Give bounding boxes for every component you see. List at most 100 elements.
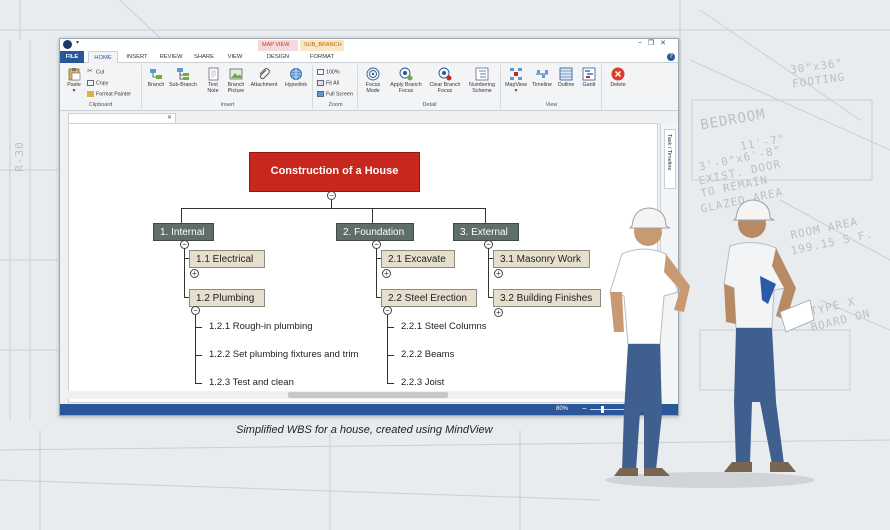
tab-share[interactable]: SHARE — [190, 51, 218, 63]
detail-group: Focus Mode Apply Branch Focus Clear Branch… — [359, 65, 501, 109]
focus-mode-button[interactable]: Focus Mode — [360, 67, 386, 94]
branch-building-finishes[interactable]: 3.2 Building Finishes — [493, 289, 601, 307]
connector — [387, 383, 394, 384]
fit-all-button[interactable]: Fit All — [317, 80, 339, 88]
collapse-icon[interactable]: − — [327, 191, 336, 200]
format-painter-button[interactable]: Format Painter — [87, 91, 131, 99]
horizontal-scrollbar[interactable] — [68, 391, 658, 399]
connector — [387, 355, 394, 356]
branch-masonry-work[interactable]: 3.1 Masonry Work — [493, 250, 590, 268]
mindmap-canvas[interactable]: Construction of a House − 1. Internal 2.… — [68, 123, 658, 403]
collapse-icon[interactable]: − — [484, 240, 493, 249]
numbering-scheme-button[interactable]: Numbering Scheme — [465, 67, 499, 94]
tab-insert[interactable]: INSERT — [122, 51, 152, 63]
document-tab[interactable]: ✕ — [68, 113, 176, 123]
connector — [387, 327, 394, 328]
branch-plumbing[interactable]: 1.2 Plumbing — [189, 289, 265, 307]
clipboard-group: Paste ▾ ✂ Cut Copy Format Painter Clipboar… — [60, 65, 142, 109]
expand-icon[interactable]: + — [494, 308, 503, 317]
quick-access-icon[interactable]: ▾ — [76, 39, 79, 46]
attachment-button[interactable]: Attachment — [248, 67, 280, 88]
branch-steel-erection[interactable]: 2.2 Steel Erection — [381, 289, 477, 307]
dropdown-arrow-icon: ▾ — [72, 88, 76, 94]
branch-foundation[interactable]: 2. Foundation — [336, 223, 414, 241]
sub-branch-button[interactable]: Sub-Branch — [167, 67, 199, 88]
window-controls[interactable]: −❐✕ — [638, 39, 672, 47]
tab-review[interactable]: REVIEW — [156, 51, 186, 63]
tab-design[interactable]: DESIGN — [258, 51, 298, 63]
expand-icon[interactable]: + — [382, 269, 391, 278]
task-test-and-clean[interactable]: 1.2.3 Test and clean — [209, 377, 294, 388]
title-bar: ▾ MAP VIEW SUB_BRANCH −❐✕ — [60, 39, 678, 51]
collapse-icon[interactable]: − — [191, 306, 200, 315]
hyperlink-label: Hyperlink — [284, 82, 308, 88]
task-set-plumbing-fixtures[interactable]: 1.2.2 Set plumbing fixtures and trim — [209, 349, 358, 360]
collapse-icon[interactable]: − — [372, 240, 381, 249]
hyperlink-button[interactable]: Hyperlink — [281, 67, 311, 88]
copy-button[interactable]: Copy — [87, 80, 108, 88]
branch-picture-button[interactable]: Branch Picture — [225, 67, 247, 94]
apply-focus-label-2: Focus — [398, 88, 414, 94]
delete-icon — [611, 67, 625, 81]
connector — [485, 208, 486, 223]
timeline-button[interactable]: Timeline — [530, 67, 554, 88]
gantt-button[interactable]: Gantt — [578, 67, 600, 88]
mapview-button[interactable]: MapView ▾ — [503, 67, 529, 94]
zoom-level: 80% — [556, 406, 569, 412]
numbering-label-2: Scheme — [472, 88, 492, 94]
tab-format[interactable]: FORMAT — [300, 51, 344, 63]
connector — [181, 208, 486, 209]
branch-electrical[interactable]: 1.1 Electrical — [189, 250, 265, 268]
task-beams[interactable]: 2.2.2 Beams — [401, 349, 454, 360]
close-icon[interactable]: ✕ — [167, 114, 172, 121]
task-timeline-tab[interactable]: Task / Timeline — [664, 129, 676, 189]
branch-button[interactable]: Branch — [145, 67, 167, 88]
collapse-icon[interactable]: − — [383, 306, 392, 315]
connector — [195, 383, 202, 384]
branch-excavate[interactable]: 2.1 Excavate — [381, 250, 455, 268]
app-logo-icon[interactable] — [63, 40, 72, 49]
tab-file[interactable]: FILE — [60, 51, 84, 63]
delete-label: Delete — [610, 82, 626, 88]
sub-branch-icon — [177, 68, 189, 80]
connector — [195, 309, 196, 383]
context-tab-sub-branch: SUB_BRANCH — [300, 40, 344, 51]
help-icon[interactable]: ? — [667, 53, 675, 61]
scrollbar-thumb[interactable] — [288, 392, 448, 398]
collapse-icon[interactable]: − — [180, 240, 189, 249]
outline-button[interactable]: Outline — [554, 67, 578, 88]
clear-branch-focus-button[interactable]: Clear Branch Focus — [426, 67, 464, 94]
delete-button[interactable]: Delete — [605, 67, 631, 88]
format-painter-label: Format Painter — [96, 91, 132, 98]
branch-internal[interactable]: 1. Internal — [153, 223, 214, 241]
dropdown-arrow-icon: ▾ — [514, 88, 518, 94]
task-rough-in-plumbing[interactable]: 1.2.1 Rough-in plumbing — [209, 321, 313, 332]
root-node[interactable]: Construction of a House — [249, 152, 420, 192]
tab-home[interactable]: HOME — [88, 51, 118, 63]
branch-external[interactable]: 3. External — [453, 223, 519, 241]
paste-button[interactable]: Paste ▾ — [63, 67, 85, 94]
timeline-label: Timeline — [532, 82, 552, 88]
gantt-icon — [582, 67, 596, 81]
apply-branch-focus-button[interactable]: Apply Branch Focus — [387, 67, 425, 94]
copy-label: Copy — [96, 80, 109, 87]
task-joist[interactable]: 2.2.3 Joist — [401, 377, 444, 388]
insert-group: Branch Sub-Branch Text Note Branch Picture… — [143, 65, 313, 109]
text-note-button[interactable]: Text Note — [203, 67, 223, 94]
worker-left — [609, 207, 690, 476]
zoom-out-button[interactable]: − — [582, 404, 587, 413]
cut-icon: ✂ — [87, 68, 93, 75]
connector — [184, 243, 185, 297]
expand-icon[interactable]: + — [494, 269, 503, 278]
full-screen-button[interactable]: Full Screen — [317, 91, 353, 99]
connector — [376, 243, 377, 297]
cut-button[interactable]: ✂ Cut — [87, 68, 104, 77]
paperclip-icon — [259, 68, 270, 80]
zoom-100-button[interactable]: 100% — [317, 69, 340, 77]
expand-icon[interactable]: + — [190, 269, 199, 278]
task-steel-columns[interactable]: 2.2.1 Steel Columns — [401, 321, 487, 332]
detail-group-label: Detail — [422, 102, 437, 108]
globe-icon — [290, 68, 302, 80]
tab-view[interactable]: VIEW — [222, 51, 248, 63]
fit-all-icon — [317, 80, 324, 86]
